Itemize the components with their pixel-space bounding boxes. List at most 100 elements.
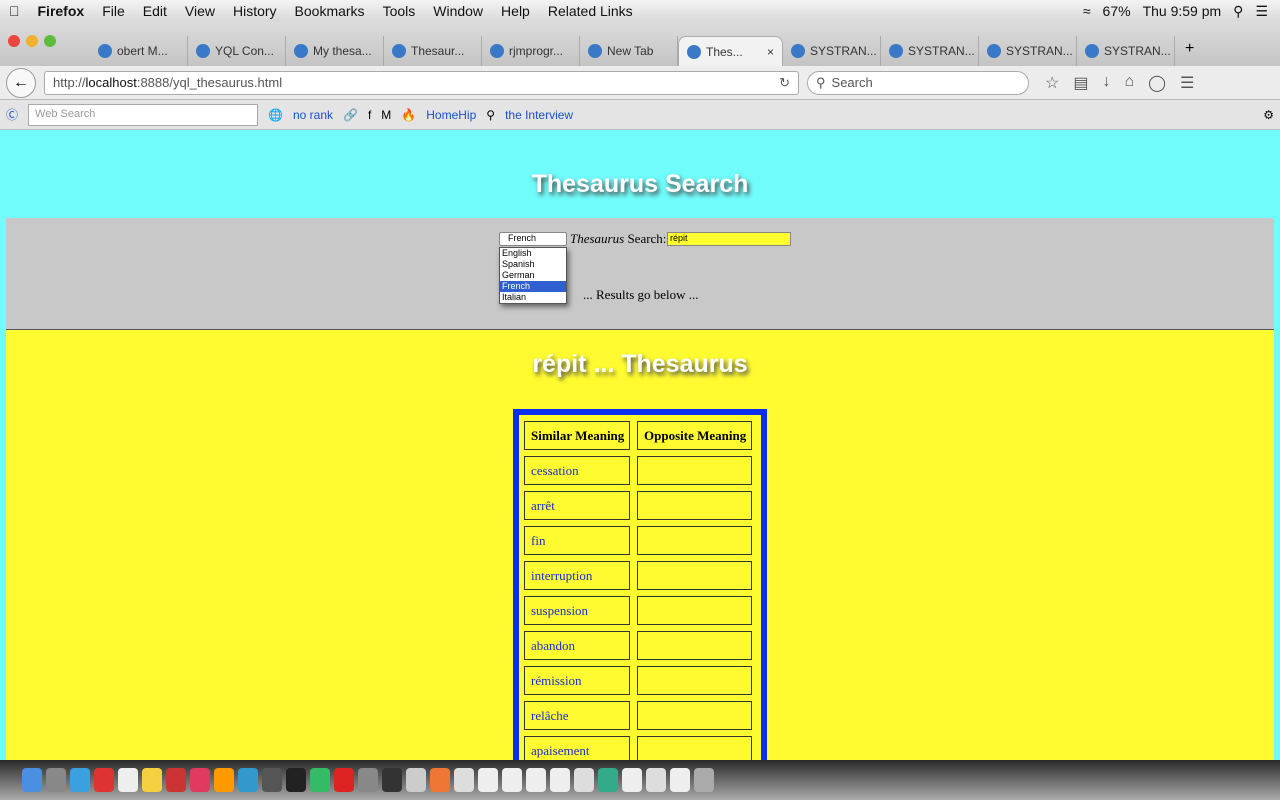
history-icon[interactable]: ◯ bbox=[1148, 73, 1166, 93]
similar-word-link[interactable]: fin bbox=[531, 533, 545, 549]
url-bar[interactable]: http://localhost:8888/yql_thesaurus.html… bbox=[44, 70, 799, 95]
back-button[interactable]: ← bbox=[6, 67, 36, 98]
menu-icon[interactable]: ☰ bbox=[1180, 73, 1194, 93]
language-option[interactable]: Spanish bbox=[500, 259, 566, 270]
tab[interactable]: rjmprogr... bbox=[482, 36, 580, 66]
menu-related-links[interactable]: Related Links bbox=[539, 3, 642, 19]
ask-icon[interactable]: Ⓒ bbox=[6, 106, 18, 123]
menu-edit[interactable]: Edit bbox=[134, 3, 176, 19]
menu-app[interactable]: Firefox bbox=[29, 3, 94, 19]
wifi-icon[interactable]: ≈ bbox=[1083, 3, 1091, 19]
tab[interactable]: My thesa... bbox=[286, 36, 384, 66]
minimize-window-button[interactable] bbox=[26, 35, 38, 47]
interview-link[interactable]: the Interview bbox=[505, 108, 573, 122]
dock-app-icon[interactable] bbox=[238, 768, 258, 792]
menu-window[interactable]: Window bbox=[424, 3, 492, 19]
globe-icon[interactable]: 🌐 bbox=[268, 108, 283, 122]
homehip-link[interactable]: HomeHip bbox=[426, 108, 476, 122]
dock-app-icon[interactable] bbox=[622, 768, 642, 792]
similar-word-link[interactable]: rémission bbox=[531, 673, 582, 689]
tab[interactable]: Thes... × bbox=[678, 36, 783, 66]
dock-app-icon[interactable] bbox=[454, 768, 474, 792]
similar-word-link[interactable]: arrêt bbox=[531, 498, 555, 514]
gmail-icon[interactable]: M bbox=[381, 108, 391, 122]
download-icon[interactable]: ↓ bbox=[1102, 73, 1110, 93]
dock-app-icon[interactable] bbox=[406, 768, 426, 792]
dock-app-icon[interactable] bbox=[550, 768, 570, 792]
tab[interactable]: SYSTRAN... bbox=[783, 36, 881, 66]
zoom-window-button[interactable] bbox=[44, 35, 56, 47]
close-tab-icon[interactable]: × bbox=[767, 45, 774, 59]
dock-app-icon[interactable] bbox=[430, 768, 450, 792]
magnifier-icon[interactable]: ⚲ bbox=[486, 108, 495, 122]
dock-app-icon[interactable] bbox=[310, 768, 330, 792]
no-rank-link[interactable]: no rank bbox=[293, 108, 333, 122]
search-input[interactable]: ⚲ Search bbox=[807, 70, 1029, 95]
similar-word-link[interactable]: apaisement bbox=[531, 743, 589, 759]
menu-help[interactable]: Help bbox=[492, 3, 539, 19]
dock-app-icon[interactable] bbox=[598, 768, 618, 792]
dock-app-icon[interactable] bbox=[262, 768, 282, 792]
dock-app-icon[interactable] bbox=[358, 768, 378, 792]
similar-word-link[interactable]: cessation bbox=[531, 463, 579, 479]
reading-list-icon[interactable]: ▤ bbox=[1073, 73, 1088, 93]
tab[interactable]: New Tab bbox=[580, 36, 678, 66]
web-search-input[interactable]: Web Search bbox=[28, 103, 259, 126]
dock-app-icon[interactable] bbox=[70, 768, 90, 792]
bookmark-star-icon[interactable]: ☆ bbox=[1045, 73, 1059, 93]
language-option[interactable]: German bbox=[500, 270, 566, 281]
dock-app-icon[interactable] bbox=[94, 768, 114, 792]
apple-icon[interactable]:  bbox=[0, 3, 29, 19]
new-tab-button[interactable]: + bbox=[1185, 40, 1194, 58]
dock-app-icon[interactable] bbox=[22, 768, 42, 792]
close-window-button[interactable] bbox=[8, 35, 20, 47]
dock-app-icon[interactable] bbox=[214, 768, 234, 792]
clock[interactable]: Thu 9:59 pm bbox=[1143, 3, 1222, 19]
similar-word-link[interactable]: suspension bbox=[531, 603, 588, 619]
language-option[interactable]: English bbox=[500, 248, 566, 259]
dock-app-icon[interactable] bbox=[142, 768, 162, 792]
dock-app-icon[interactable] bbox=[574, 768, 594, 792]
dock-app-icon[interactable] bbox=[286, 768, 306, 792]
similar-word-link[interactable]: interruption bbox=[531, 568, 592, 584]
dock-app-icon[interactable] bbox=[526, 768, 546, 792]
dock-app-icon[interactable] bbox=[694, 768, 714, 792]
menu-view[interactable]: View bbox=[176, 3, 224, 19]
menu-file[interactable]: File bbox=[93, 3, 134, 19]
tab[interactable]: SYSTRAN... bbox=[881, 36, 979, 66]
dock-app-icon[interactable] bbox=[502, 768, 522, 792]
link-icon[interactable]: 🔗 bbox=[343, 108, 358, 122]
menu-tools[interactable]: Tools bbox=[374, 3, 425, 19]
menu-bookmarks[interactable]: Bookmarks bbox=[286, 3, 374, 19]
menu-history[interactable]: History bbox=[224, 3, 286, 19]
list-icon[interactable]: ☰ bbox=[1255, 3, 1268, 20]
dock-app-icon[interactable] bbox=[478, 768, 498, 792]
gear-icon[interactable]: ⚙ bbox=[1263, 108, 1274, 122]
tab[interactable]: Thesaur... bbox=[384, 36, 482, 66]
battery-percent[interactable]: 67% bbox=[1103, 3, 1131, 19]
tab-label: New Tab bbox=[607, 44, 654, 58]
dock-app-icon[interactable] bbox=[670, 768, 690, 792]
facebook-icon[interactable]: f bbox=[368, 108, 371, 122]
language-option[interactable]: Italian bbox=[500, 292, 566, 303]
dock-app-icon[interactable] bbox=[382, 768, 402, 792]
reload-icon[interactable]: ↻ bbox=[779, 75, 790, 91]
dock-app-icon[interactable] bbox=[334, 768, 354, 792]
similar-word-link[interactable]: abandon bbox=[531, 638, 575, 654]
dock-app-icon[interactable] bbox=[646, 768, 666, 792]
language-option[interactable]: French bbox=[500, 281, 566, 292]
language-select[interactable]: French bbox=[499, 232, 567, 246]
dock-app-icon[interactable] bbox=[166, 768, 186, 792]
tab[interactable]: obert M... bbox=[90, 36, 188, 66]
dock-app-icon[interactable] bbox=[46, 768, 66, 792]
spotlight-icon[interactable]: ⚲ bbox=[1233, 3, 1243, 20]
tab[interactable]: SYSTRAN... bbox=[1077, 36, 1175, 66]
fire-icon[interactable]: 🔥 bbox=[401, 108, 416, 122]
home-icon[interactable]: ⌂ bbox=[1124, 73, 1134, 93]
tab[interactable]: YQL Con... bbox=[188, 36, 286, 66]
dock-app-icon[interactable] bbox=[118, 768, 138, 792]
dock-app-icon[interactable] bbox=[190, 768, 210, 792]
similar-word-link[interactable]: relâche bbox=[531, 708, 569, 724]
tab[interactable]: SYSTRAN... bbox=[979, 36, 1077, 66]
thesaurus-search-input[interactable]: répit bbox=[667, 232, 791, 246]
